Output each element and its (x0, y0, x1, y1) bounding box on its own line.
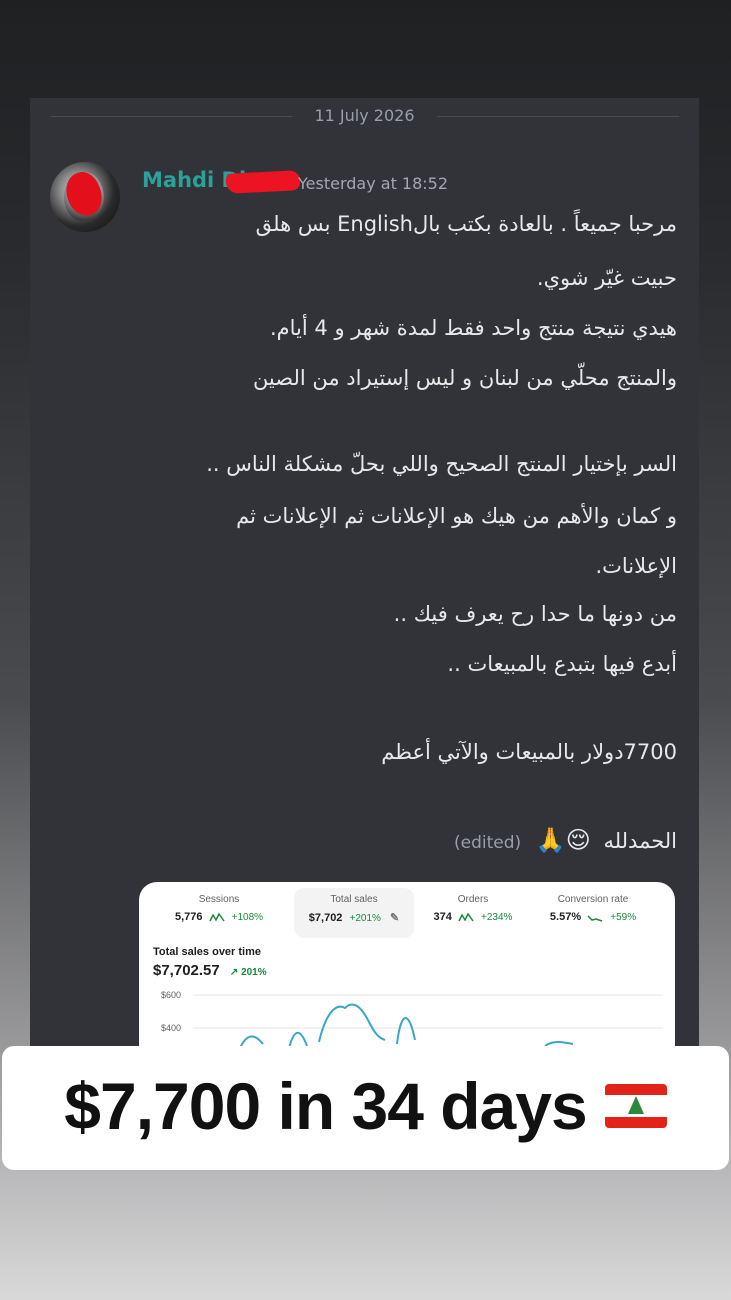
metric-sessions[interactable]: Sessions 5,776 +108% (159, 894, 279, 923)
metric-change: +234% (481, 912, 513, 923)
message-line: مرحبا جميعاً . بالعادة بكتب بالEnglish ب… (255, 212, 677, 236)
message-line: حبيت غيّر شوي. (536, 266, 677, 290)
message-final-line: الحمدلله 😌🙏 (edited) (454, 826, 677, 854)
metric-label: Conversion rate (557, 894, 629, 905)
metric-change: +108% (231, 912, 264, 923)
metric-label: Total sales (330, 894, 378, 905)
caption-text: $7,700 in 34 days (64, 1069, 587, 1143)
date-divider: 11 July 2026 (50, 106, 679, 126)
sales-line (238, 1003, 574, 1048)
message-line: هيدي نتيجة منتج واحد فقط لمدة شهر و 4 أي… (269, 316, 677, 340)
metric-label: Sessions (198, 894, 240, 905)
metric-value: 5.57% (549, 911, 582, 923)
message-line: الإعلانات. (595, 554, 677, 578)
message-line: 7700دولار بالمبيعات والآتي أعظم (381, 740, 677, 764)
edited-label: (edited) (453, 833, 522, 853)
chart-title: Total sales over time (153, 946, 262, 958)
y-tick-label: $400 (161, 1023, 181, 1033)
username-redaction (225, 170, 301, 194)
caption-banner: $7,700 in 34 days (2, 1046, 729, 1170)
pencil-icon[interactable]: ✎ (390, 911, 399, 924)
message-line: من دونها ما حدا رح يعرف فيك .. (393, 602, 677, 626)
message-line: الحمدلله (603, 829, 677, 853)
sparkline-icon (458, 912, 474, 922)
message-timestamp[interactable]: Yesterday at 18:52 (298, 174, 448, 193)
metric-value: 374 (433, 911, 452, 923)
metric-total-sales[interactable]: Total sales $7,702 +201% ✎ (294, 888, 414, 938)
emoji-relieved-pray-icon: 😌🙏 (535, 826, 591, 854)
metric-change: +59% (610, 912, 637, 923)
lebanon-flag-icon (604, 1083, 667, 1128)
metric-label: Orders (457, 894, 489, 905)
chart-total: $7,702.57 (153, 962, 220, 979)
sales-line-chart: $600 $400 (161, 990, 663, 1048)
sparkline-icon (587, 915, 603, 922)
metric-change: +201% (349, 913, 381, 924)
avatar[interactable] (50, 162, 120, 232)
metric-orders[interactable]: Orders 374 +234% (413, 894, 533, 923)
message-line: والمنتج محلّي من لبنان و ليس إستيراد من … (252, 366, 677, 390)
message-line: أبدع فيها بتبدع بالمبيعات .. (447, 652, 677, 676)
chat-panel: 11 July 2026 Mahdi Di Yesterday at 18:52… (30, 98, 699, 1048)
metric-value: $7,702 (308, 912, 343, 924)
chart-change: ↗ 201% (229, 967, 267, 978)
metric-conversion-rate[interactable]: Conversion rate 5.57% +59% (533, 894, 653, 923)
y-tick-label: $600 (161, 990, 181, 1000)
message-line: السر بإختيار المنتج الصحيح واللي بحلّ مش… (206, 452, 677, 476)
sparkline-icon (208, 912, 225, 922)
metric-value: 5,776 (174, 911, 203, 923)
analytics-screenshot[interactable]: Sessions 5,776 +108% Total sales $7,702 … (139, 882, 675, 1048)
divider-line-right (437, 116, 679, 117)
message-line: و كمان والأهم من هيك هو الإعلانات ثم الإ… (236, 504, 677, 528)
